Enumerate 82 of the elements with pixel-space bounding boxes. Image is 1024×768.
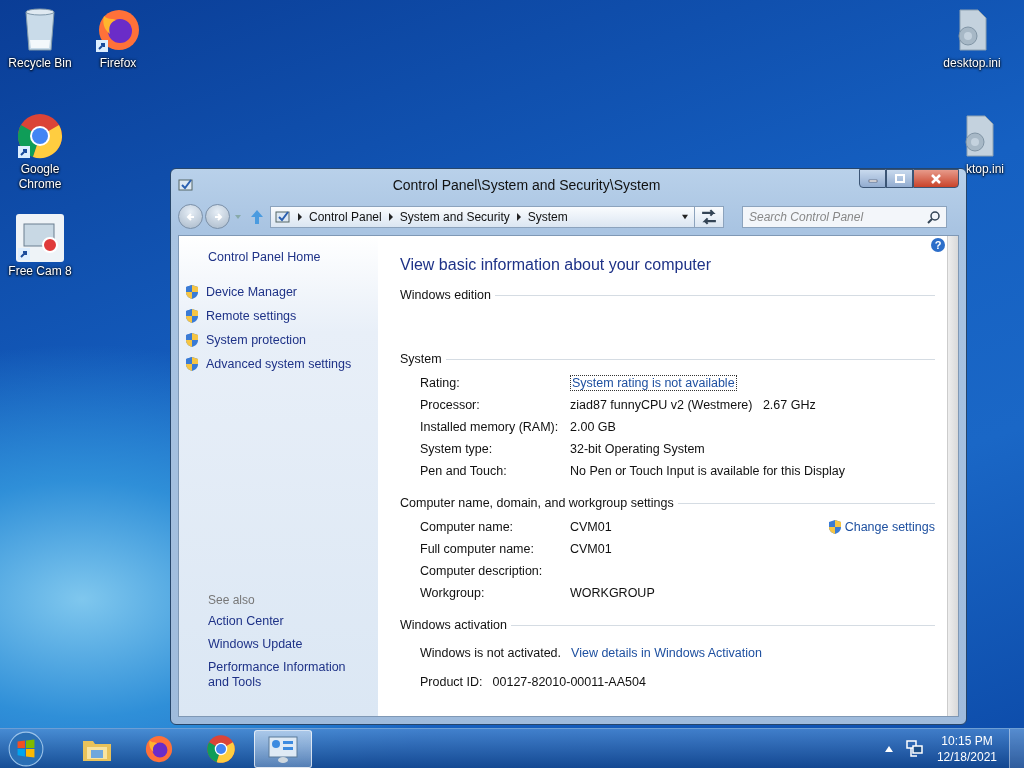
minimize-button[interactable] (859, 169, 886, 188)
breadcrumb-arrow-icon[interactable] (515, 212, 522, 221)
section-title: Windows edition (400, 288, 491, 302)
field-label: Installed memory (RAM): (420, 420, 560, 434)
field-label: Full computer name: (420, 542, 535, 556)
field-label: Product ID: (420, 674, 483, 689)
field-value: 2.00 GB (570, 420, 616, 434)
field-label: Rating: (420, 376, 461, 390)
see-also-heading: See also (207, 593, 256, 607)
show-hidden-icons-caret-icon[interactable] (884, 745, 893, 752)
rating-link[interactable]: System rating is not available (570, 375, 737, 391)
maximize-button[interactable] (886, 169, 913, 188)
breadcrumb[interactable]: System and Security (399, 209, 510, 224)
field-label: Pen and Touch: (420, 464, 508, 478)
search-icon[interactable] (927, 209, 941, 224)
scrollbar[interactable] (947, 236, 958, 716)
chrome-icon[interactable] (16, 112, 64, 160)
shield-icon (185, 284, 199, 300)
forward-button[interactable] (205, 204, 230, 229)
field-label: Computer name: (420, 520, 515, 534)
field-value: CVM01 (570, 520, 612, 534)
shield-icon (185, 308, 199, 324)
field-label: Workgroup: (420, 586, 486, 600)
shield-icon (827, 519, 842, 535)
close-icon (929, 173, 943, 184)
page-heading: View basic information about your computer (400, 256, 712, 274)
firefox-icon (143, 733, 175, 764)
breadcrumb-arrow-icon[interactable] (387, 212, 394, 221)
chrome-icon (205, 733, 237, 764)
sidebar-link[interactable]: System protection (206, 333, 307, 347)
section-title: Computer name, domain, and workgroup settings (400, 496, 674, 510)
sidebar-link[interactable]: Device Manager (206, 285, 297, 299)
back-button[interactable] (178, 204, 203, 229)
breadcrumb[interactable]: System (527, 209, 568, 224)
section-title: Windows activation (400, 618, 507, 632)
window-title: Control Panel\System and Security\System (391, 176, 662, 193)
help-button[interactable]: ? (931, 238, 945, 252)
clock-date[interactable]: 12/18/2021 (936, 748, 997, 765)
sidebar-link[interactable]: Performance Information and Tools (185, 660, 368, 690)
field-value: 32-bit Operating System (570, 442, 705, 456)
maximize-icon (893, 173, 906, 184)
field-label: Processor: (420, 398, 481, 412)
field-value: No Pen or Touch Input is available for this Display (570, 464, 845, 478)
shield-icon (185, 356, 199, 372)
desktop-icon-label[interactable]: Firefox (84, 56, 152, 71)
sidebar-link[interactable]: Action Center (185, 614, 368, 629)
control-panel-icon (275, 208, 291, 225)
desktop-icon-label[interactable]: desktop.ini (938, 56, 1006, 71)
field-value: CVM01 (570, 542, 612, 556)
screen-recorder-icon[interactable] (16, 214, 64, 262)
desktop-icon-label[interactable]: ktop.ini (966, 162, 1024, 177)
sidebar-link[interactable]: Control Panel Home (185, 250, 378, 264)
search-field[interactable]: Search Control Panel (742, 205, 947, 228)
field-value: ziad87 funnyCPU v2 (Westmere) 2.67 GHz (570, 398, 816, 412)
clock-time[interactable]: 10:15 PM (941, 732, 993, 749)
field-label: System type: (420, 442, 494, 456)
dropdown-caret-icon[interactable] (682, 212, 688, 221)
field-value: WORKGROUP (570, 586, 655, 600)
desktop-icon-label[interactable]: Free Cam 8 (6, 264, 74, 279)
field-value: 00127-82010-00011-AA504 (492, 674, 646, 689)
activation-link[interactable]: View details in Windows Activation (571, 645, 762, 660)
address-bar[interactable]: Control Panel System and Security System (270, 205, 724, 228)
field-label: Windows is not activated. (420, 645, 562, 660)
field-label: Computer description: (420, 564, 544, 578)
show-desktop-button[interactable] (1009, 728, 1024, 768)
close-button[interactable] (913, 169, 959, 188)
shield-icon (185, 332, 199, 348)
change-settings-link[interactable]: Change settings (844, 520, 935, 534)
breadcrumb[interactable]: Control Panel (309, 209, 382, 224)
control-panel-icon (267, 733, 299, 764)
sidebar-link[interactable]: Advanced system settings (206, 357, 352, 371)
control-panel-icon (178, 176, 194, 193)
section-title: System (400, 352, 442, 366)
breadcrumb-arrow-icon[interactable] (297, 212, 303, 221)
sidebar-link[interactable]: Windows Update (185, 637, 368, 652)
sidebar-link[interactable]: Remote settings (206, 309, 297, 323)
back-arrow-icon (184, 210, 197, 223)
taskbar-button[interactable] (254, 729, 312, 768)
desktop-icon-label[interactable]: Google Chrome (6, 162, 74, 192)
desktop-icon-label[interactable]: Recycle Bin (6, 56, 74, 71)
network-icon[interactable] (904, 739, 923, 758)
start-button[interactable] (6, 729, 46, 768)
